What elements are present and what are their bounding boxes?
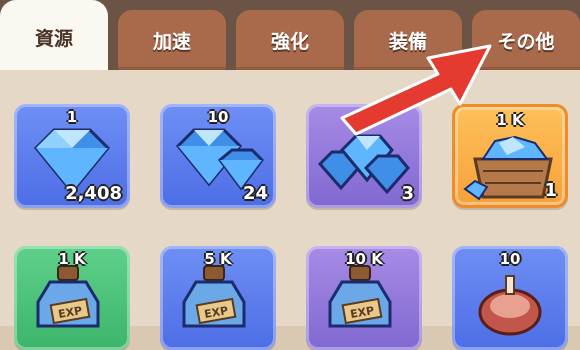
red-arrow-icon <box>340 44 492 136</box>
